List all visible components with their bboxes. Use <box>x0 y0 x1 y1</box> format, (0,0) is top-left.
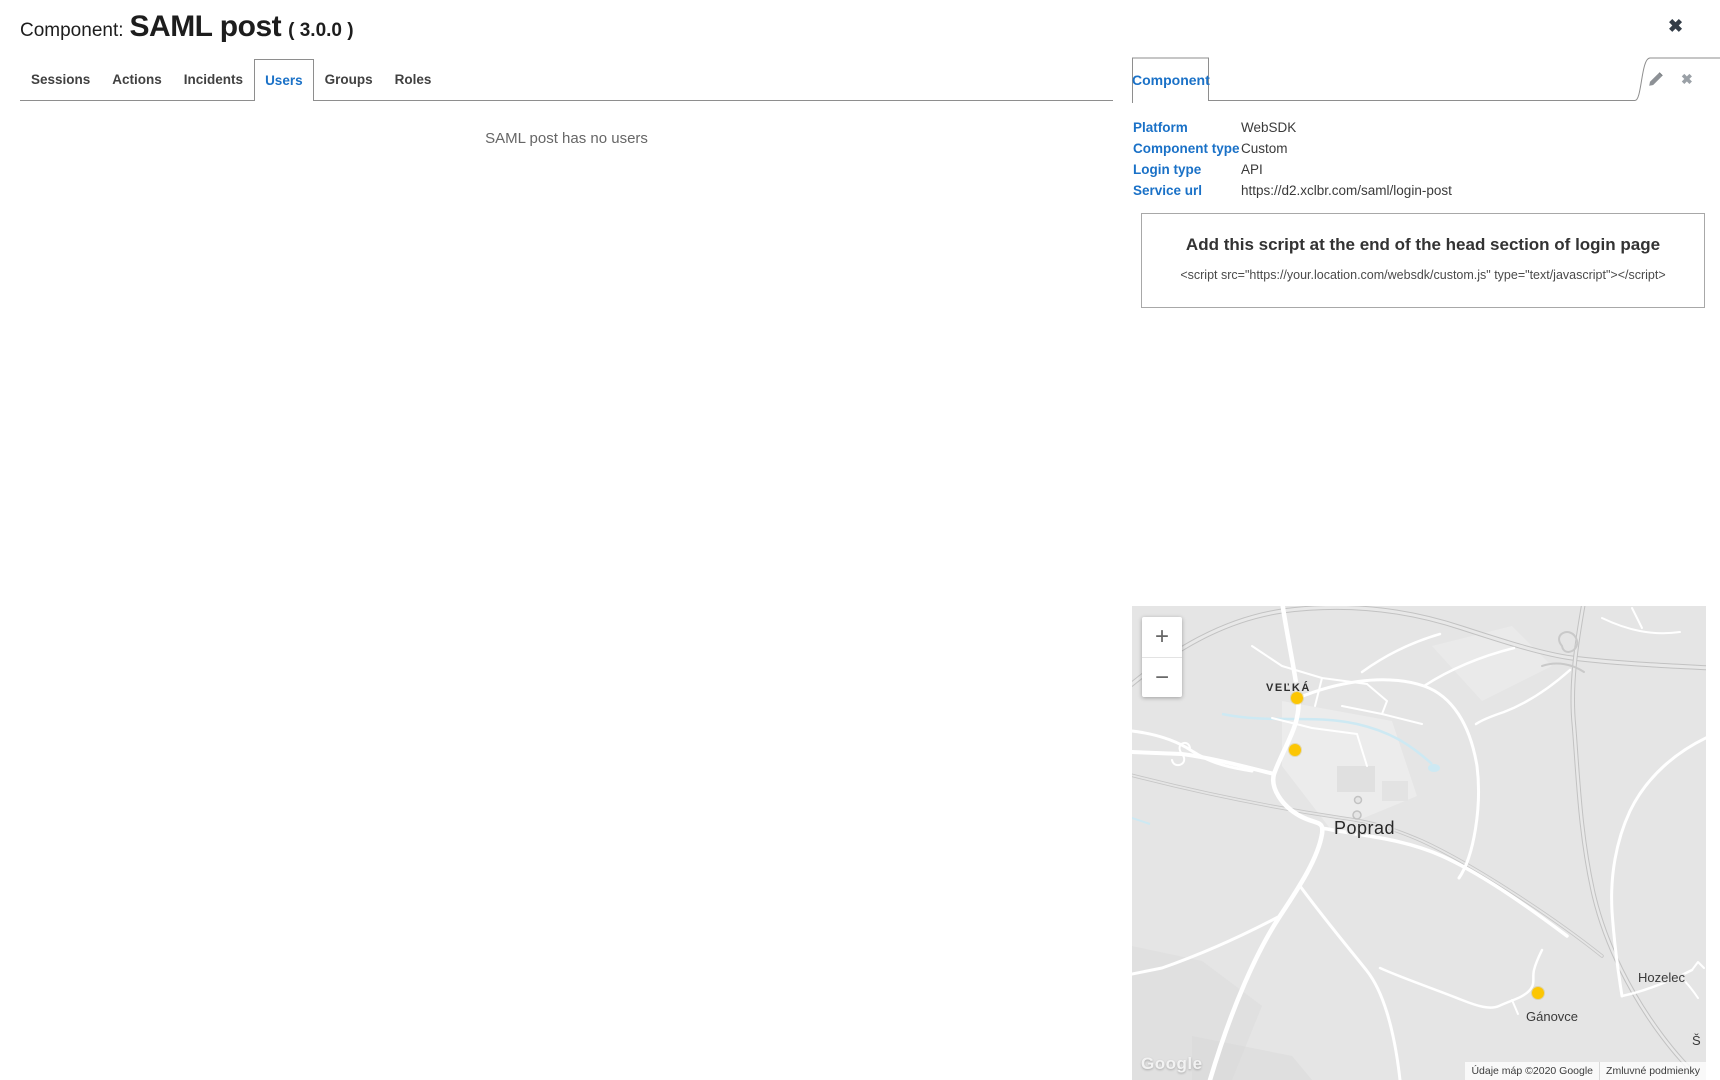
component-details: Platform WebSDK Component type Custom Lo… <box>1133 117 1452 201</box>
tab-roles[interactable]: Roles <box>384 59 443 101</box>
field-label: Service url <box>1133 180 1241 201</box>
map-roads <box>1132 606 1706 1080</box>
map-label-poprad: Poprad <box>1334 818 1395 839</box>
panel-tab-border <box>1132 57 1720 103</box>
terms-link[interactable]: Zmluvné podmienky <box>1599 1062 1706 1080</box>
main-tab-bar: Sessions Actions Incidents Users Groups … <box>20 59 442 101</box>
map-label-ganovce: Gánovce <box>1526 1009 1578 1024</box>
tab-groups[interactable]: Groups <box>314 59 384 101</box>
panel-close-icon[interactable]: ✖ <box>1681 71 1693 88</box>
close-icon[interactable]: ✖ <box>1668 16 1683 37</box>
page-title: Component: SAML post ( 3.0.0 ) <box>20 10 354 44</box>
google-logo[interactable]: Google <box>1141 1054 1203 1074</box>
field-value: WebSDK <box>1241 117 1296 138</box>
map-label-velka: VEĽKÁ <box>1266 682 1311 694</box>
component-name: SAML post <box>130 10 282 44</box>
field-login-type: Login type API <box>1133 159 1452 180</box>
component-version: ( 3.0.0 ) <box>288 20 353 42</box>
empty-state-message: SAML post has no users <box>20 130 1113 147</box>
map-terrain <box>1132 626 1552 1080</box>
zoom-out-button[interactable]: − <box>1142 657 1182 697</box>
map-data-attribution: Údaje máp ©2020 Google <box>1465 1062 1599 1080</box>
map-marker[interactable] <box>1532 987 1544 999</box>
tab-incidents[interactable]: Incidents <box>173 59 254 101</box>
script-snippet: <script src="https://your.location.com/w… <box>1142 268 1704 282</box>
tab-sessions[interactable]: Sessions <box>20 59 101 101</box>
field-label: Login type <box>1133 159 1241 180</box>
field-label: Platform <box>1133 117 1241 138</box>
zoom-in-button[interactable]: + <box>1142 617 1182 657</box>
map-marker[interactable] <box>1289 744 1301 756</box>
field-label: Component type <box>1133 138 1241 159</box>
script-instruction-title: Add this script at the end of the head s… <box>1142 235 1704 255</box>
panel-tab-component[interactable]: Component <box>1132 72 1209 88</box>
script-instruction-box: Add this script at the end of the head s… <box>1141 213 1705 308</box>
tab-actions[interactable]: Actions <box>101 59 173 101</box>
map-label-cut: Š <box>1692 1033 1701 1048</box>
field-value: Custom <box>1241 138 1288 159</box>
map-attribution: Údaje máp ©2020 Google Zmluvné podmienky <box>1465 1062 1706 1080</box>
map-marker[interactable] <box>1291 692 1303 704</box>
field-value: https://d2.xclbr.com/saml/login-post <box>1241 180 1452 201</box>
page-title-prefix: Component: <box>20 20 124 42</box>
google-map[interactable]: VEĽKÁ Poprad Hozelec Gánovce Š + − Googl… <box>1132 606 1706 1080</box>
map-zoom-control: + − <box>1142 617 1182 697</box>
tab-users[interactable]: Users <box>254 59 314 101</box>
edit-icon[interactable] <box>1645 70 1665 90</box>
field-platform: Platform WebSDK <box>1133 117 1452 138</box>
field-value: API <box>1241 159 1263 180</box>
field-service-url: Service url https://d2.xclbr.com/saml/lo… <box>1133 180 1452 201</box>
field-component-type: Component type Custom <box>1133 138 1452 159</box>
map-label-hozelec: Hozelec <box>1638 970 1685 985</box>
